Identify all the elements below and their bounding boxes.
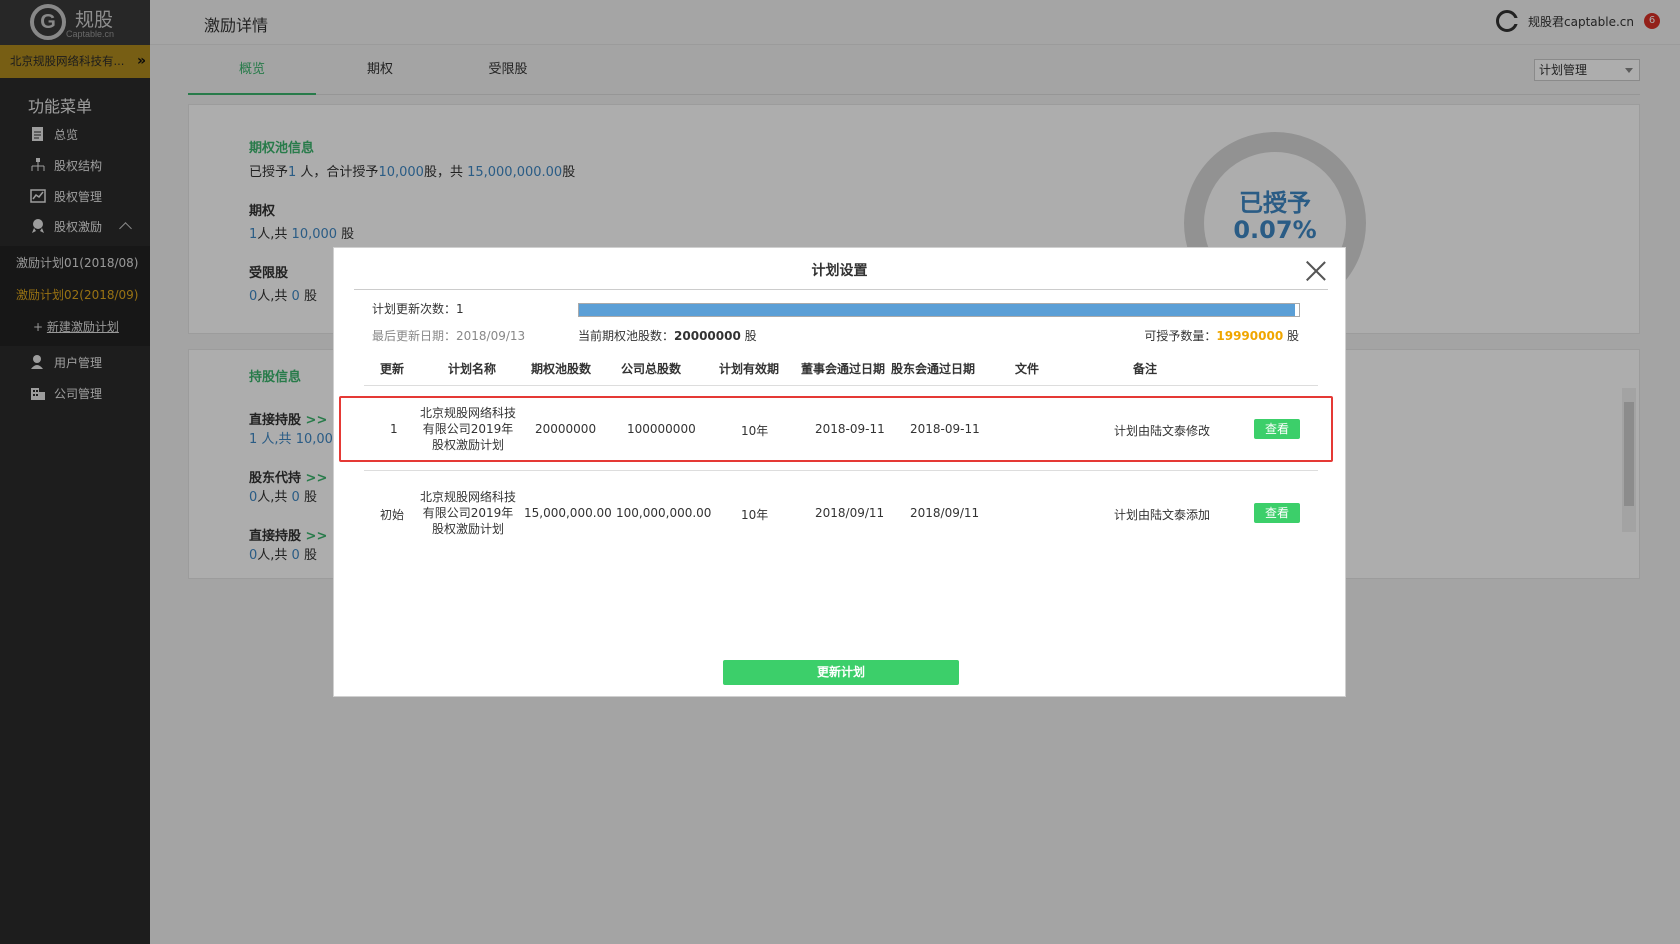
cell-shareholder-date: 2018/09/11: [910, 506, 980, 520]
column-header: 计划名称: [448, 362, 497, 376]
column-header: 更新: [380, 362, 405, 376]
update-plan-button[interactable]: 更新计划: [723, 660, 959, 685]
cell-update: 初始: [380, 508, 405, 522]
cell-pool: 15,000,000.00: [524, 506, 612, 520]
pool-label: 当前期权池股数：: [578, 329, 675, 343]
grantable-amount: 可授予数量：19990000 股: [1144, 327, 1299, 344]
update-count: 计划更新次数：1: [372, 300, 464, 317]
cell-note: 计划由陆文泰添加: [1114, 508, 1211, 522]
modal-title: 计划设置: [811, 263, 868, 279]
divider: [364, 385, 1318, 386]
cell-total: 100,000,000.00: [616, 506, 712, 520]
last-date-label: 最后更新日期：: [372, 329, 457, 343]
cell-plan-name: 北京规股网络科技有限公司2019年股权激励计划: [420, 490, 517, 536]
grantable-label: 可授予数量：: [1144, 329, 1217, 343]
current-pool: 当前期权池股数：20000000 股: [578, 327, 757, 344]
grantable-unit: 股: [1283, 329, 1299, 343]
plan-settings-modal: 计划设置 计划更新次数：1 最后更新日期：2018/09/13 当前期权池股数：…: [333, 247, 1346, 697]
pool-unit: 股: [740, 329, 757, 343]
close-icon[interactable]: [1305, 260, 1327, 282]
column-header: 公司总股数: [621, 362, 682, 376]
update-count-label: 计划更新次数：: [372, 302, 457, 316]
column-header: 董事会通过日期: [801, 362, 886, 376]
column-header: 股东会通过日期: [891, 362, 976, 376]
column-header: 期权池股数: [531, 362, 592, 376]
cell-validity: 10年: [741, 508, 769, 522]
grantable-value: 19990000: [1216, 329, 1284, 343]
divider: [354, 289, 1328, 290]
divider: [364, 470, 1318, 471]
cell-board-date: 2018/09/11: [815, 506, 885, 520]
column-header: 备注: [1133, 362, 1158, 376]
last-date-value: 2018/09/13: [456, 329, 526, 343]
view-button[interactable]: 查看: [1254, 503, 1300, 523]
pool-value: 20000000: [674, 329, 741, 343]
column-header: 文件: [1015, 362, 1040, 376]
update-count-value: 1: [456, 302, 464, 316]
last-update-date: 最后更新日期：2018/09/13: [372, 327, 525, 344]
highlight-box: [339, 396, 1333, 462]
pool-progress-fill: [579, 304, 1296, 316]
column-header: 计划有效期: [719, 362, 780, 376]
pool-progress-bar: [578, 303, 1300, 317]
